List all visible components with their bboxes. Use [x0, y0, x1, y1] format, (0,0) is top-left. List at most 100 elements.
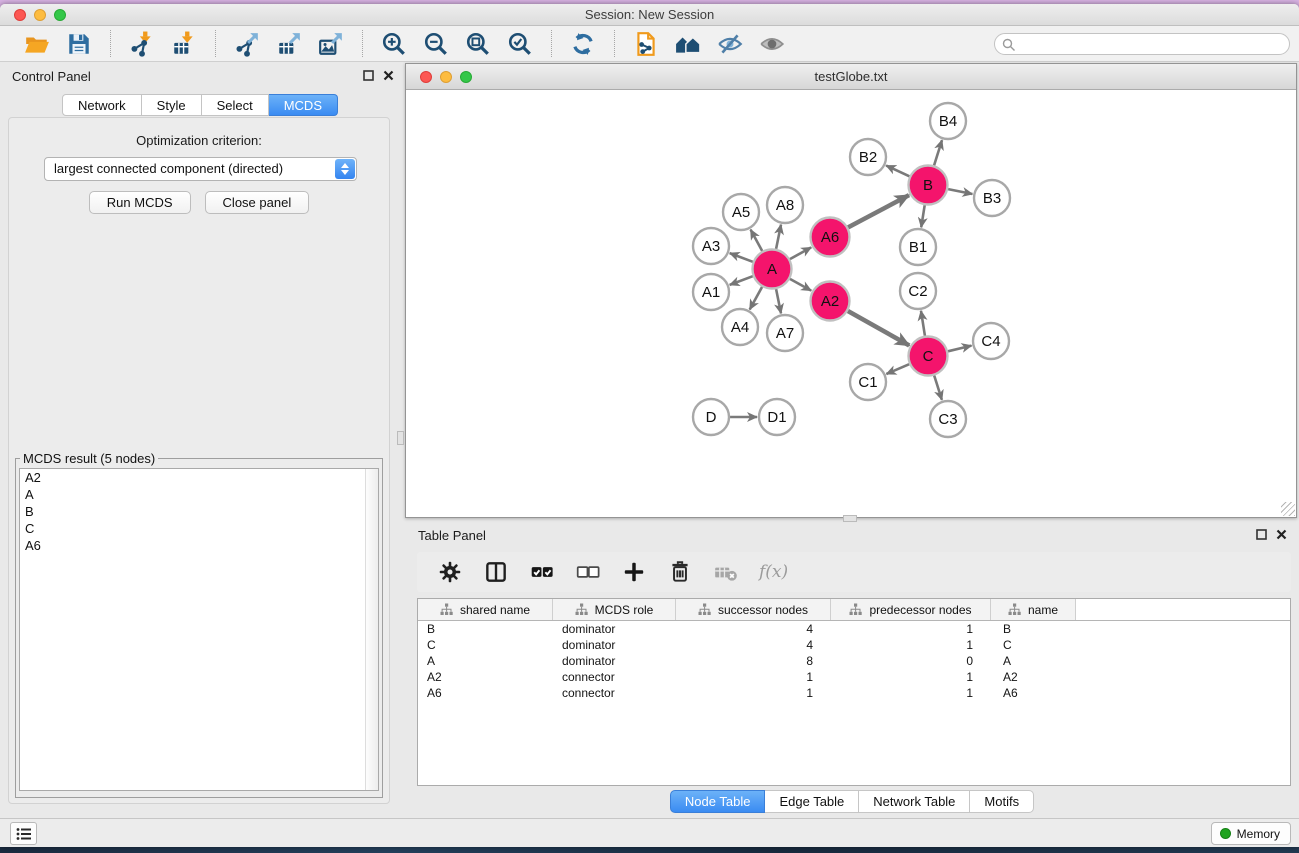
- open-file-icon[interactable]: [22, 30, 52, 58]
- table-cell[interactable]: 1: [831, 669, 991, 685]
- node-B4[interactable]: B4: [930, 103, 966, 139]
- node-B1[interactable]: B1: [900, 229, 936, 265]
- add-icon[interactable]: [619, 558, 649, 586]
- node-D1[interactable]: D1: [759, 399, 795, 435]
- table-cell[interactable]: A6: [418, 685, 553, 701]
- function-builder-button[interactable]: f(x): [759, 562, 788, 582]
- float-panel-icon[interactable]: [1256, 529, 1267, 540]
- table-cell[interactable]: A: [991, 653, 1076, 669]
- column-header-mcds-role[interactable]: MCDS role: [553, 599, 676, 620]
- node-B2[interactable]: B2: [850, 139, 886, 175]
- window-resize-grip[interactable]: [1281, 502, 1295, 516]
- node-C4[interactable]: C4: [973, 323, 1009, 359]
- tab-style[interactable]: Style: [142, 94, 202, 116]
- zoom-selected-icon[interactable]: [505, 30, 535, 58]
- save-session-icon[interactable]: [64, 30, 94, 58]
- node-A2[interactable]: A2: [811, 282, 850, 321]
- hide-details-icon[interactable]: [715, 30, 745, 58]
- table-cell[interactable]: dominator: [553, 637, 676, 653]
- edge-B-B2[interactable]: [886, 166, 909, 177]
- table-row[interactable]: A6connector11A6: [418, 685, 1290, 701]
- table-cell[interactable]: C: [991, 637, 1076, 653]
- tab-edge-table[interactable]: Edge Table: [765, 790, 859, 813]
- zoom-in-icon[interactable]: [379, 30, 409, 58]
- column-header-predecessor-nodes[interactable]: predecessor nodes: [831, 599, 991, 620]
- zoom-fit-icon[interactable]: [463, 30, 493, 58]
- table-row[interactable]: Bdominator41B: [418, 621, 1290, 637]
- import-table-icon[interactable]: [169, 30, 199, 58]
- app-titlebar[interactable]: Session: New Session: [0, 4, 1299, 26]
- table-cell[interactable]: 4: [676, 637, 831, 653]
- column-header-shared-name[interactable]: shared name: [418, 599, 553, 620]
- node-C[interactable]: C: [909, 337, 948, 376]
- edge-A-A3[interactable]: [730, 253, 753, 262]
- tab-network-table[interactable]: Network Table: [859, 790, 970, 813]
- edge-C-C1[interactable]: [886, 364, 909, 374]
- table-row[interactable]: Cdominator41C: [418, 637, 1290, 653]
- table-cell[interactable]: 1: [831, 621, 991, 637]
- edge-A-A2[interactable]: [790, 279, 811, 291]
- edge-C-C2[interactable]: [921, 311, 925, 336]
- home-icon[interactable]: [673, 30, 703, 58]
- node-A8[interactable]: A8: [767, 187, 803, 223]
- table-row[interactable]: Adominator80A: [418, 653, 1290, 669]
- table-cell[interactable]: 1: [676, 685, 831, 701]
- tab-motifs[interactable]: Motifs: [970, 790, 1034, 813]
- list-item[interactable]: A6: [20, 537, 378, 554]
- close-panel-icon[interactable]: [1276, 529, 1287, 540]
- table-cell[interactable]: connector: [553, 669, 676, 685]
- export-network-icon[interactable]: [232, 30, 262, 58]
- edge-A6-B[interactable]: [848, 195, 909, 227]
- table-cell[interactable]: 0: [831, 653, 991, 669]
- table-cell[interactable]: A2: [418, 669, 553, 685]
- zoom-out-icon[interactable]: [421, 30, 451, 58]
- node-D[interactable]: D: [693, 399, 729, 435]
- node-B3[interactable]: B3: [974, 180, 1010, 216]
- table-cell[interactable]: 1: [831, 685, 991, 701]
- node-A3[interactable]: A3: [693, 228, 729, 264]
- table-cell[interactable]: A: [418, 653, 553, 669]
- list-item[interactable]: A: [20, 486, 378, 503]
- task-history-button[interactable]: [10, 822, 37, 845]
- node-A7[interactable]: A7: [767, 315, 803, 351]
- node-A1[interactable]: A1: [693, 274, 729, 310]
- settings-icon[interactable]: [435, 558, 465, 586]
- node-A[interactable]: A: [753, 250, 792, 289]
- table-cell[interactable]: 8: [676, 653, 831, 669]
- edge-A-A8[interactable]: [776, 225, 781, 249]
- edge-B-B3[interactable]: [948, 189, 972, 194]
- table-cell[interactable]: 1: [676, 669, 831, 685]
- table-cell[interactable]: dominator: [553, 653, 676, 669]
- edge-A-A5[interactable]: [751, 230, 763, 251]
- list-item[interactable]: B: [20, 503, 378, 520]
- splitter-handle-vertical[interactable]: [397, 431, 404, 445]
- import-network-icon[interactable]: [127, 30, 157, 58]
- column-header-name[interactable]: name: [991, 599, 1076, 620]
- network-canvas[interactable]: B4 B2 B B3 A8 A5 A6 A3 B1 A: [406, 90, 1296, 517]
- network-from-file-icon[interactable]: [631, 30, 661, 58]
- table-remove-icon[interactable]: [711, 558, 741, 586]
- refresh-icon[interactable]: [568, 30, 598, 58]
- node-C3[interactable]: C3: [930, 401, 966, 437]
- columns-icon[interactable]: [481, 558, 511, 586]
- node-C1[interactable]: C1: [850, 364, 886, 400]
- node-A4[interactable]: A4: [722, 309, 758, 345]
- run-mcds-button[interactable]: Run MCDS: [89, 191, 191, 214]
- criterion-dropdown[interactable]: largest connected component (directed): [44, 157, 357, 181]
- edge-A-A7[interactable]: [776, 289, 781, 313]
- table-cell[interactable]: B: [991, 621, 1076, 637]
- show-details-icon[interactable]: [757, 30, 787, 58]
- column-header-successor-nodes[interactable]: successor nodes: [676, 599, 831, 620]
- table-cell[interactable]: connector: [553, 685, 676, 701]
- table-cell[interactable]: 4: [676, 621, 831, 637]
- table-cell[interactable]: C: [418, 637, 553, 653]
- tab-network[interactable]: Network: [62, 94, 142, 116]
- edge-A2-C[interactable]: [848, 311, 909, 346]
- close-panel-button[interactable]: Close panel: [205, 191, 310, 214]
- search-input[interactable]: [1021, 35, 1281, 53]
- edge-A-A6[interactable]: [790, 247, 811, 259]
- table-row[interactable]: A2connector11A2: [418, 669, 1290, 685]
- result-list-scrollbar[interactable]: [365, 469, 378, 790]
- node-C2[interactable]: C2: [900, 273, 936, 309]
- table-cell[interactable]: A2: [991, 669, 1076, 685]
